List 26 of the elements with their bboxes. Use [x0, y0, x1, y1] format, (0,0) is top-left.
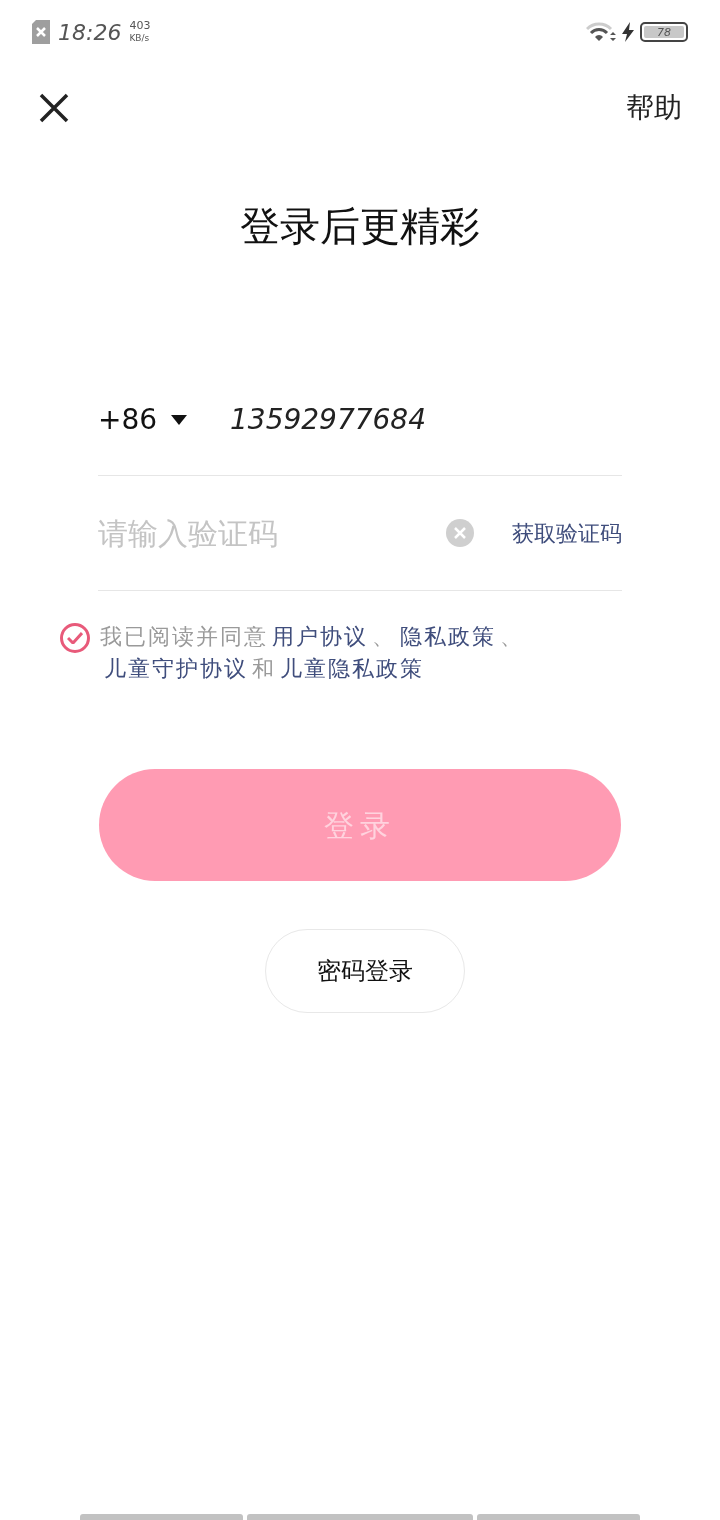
- agreement-checkbox[interactable]: [60, 623, 90, 653]
- page-title: 登录后更精彩: [239, 202, 481, 251]
- navigation-bar[interactable]: [477, 1514, 640, 1520]
- navigation-bar[interactable]: [80, 1514, 243, 1520]
- battery-level: 78: [657, 26, 671, 38]
- check-icon: [67, 632, 83, 644]
- agreement-link[interactable]: 用户协议: [272, 624, 368, 649]
- agreement-text: 我已阅读并同意 用户协议 、 隐私政策 、 儿童守护协议 和 儿童隐私政策: [100, 623, 525, 683]
- agreement-link[interactable]: 儿童隐私政策: [280, 656, 424, 681]
- phone-input[interactable]: 13592977684: [230, 398, 622, 441]
- agreement-link[interactable]: 儿童守护协议: [104, 656, 248, 681]
- caret-icon: [171, 414, 188, 425]
- clock: 18:26: [58, 18, 122, 47]
- network-speed: 403: [129, 20, 151, 32]
- speed-unit: KB/s: [129, 32, 151, 44]
- country-code-selector[interactable]: +86: [98, 398, 230, 441]
- close-icon[interactable]: [38, 92, 70, 124]
- wifi-icon: [586, 21, 616, 43]
- navigation-bar[interactable]: [247, 1514, 473, 1520]
- clear-icon[interactable]: [446, 519, 474, 547]
- code-input[interactable]: 请输入验证码: [98, 510, 446, 556]
- get-code-link[interactable]: 获取验证码: [512, 516, 622, 550]
- charging-icon: [622, 22, 634, 42]
- sim-icon: [32, 20, 50, 44]
- help-link[interactable]: 帮助: [626, 87, 682, 129]
- agreement-link[interactable]: 隐私政策: [400, 624, 496, 649]
